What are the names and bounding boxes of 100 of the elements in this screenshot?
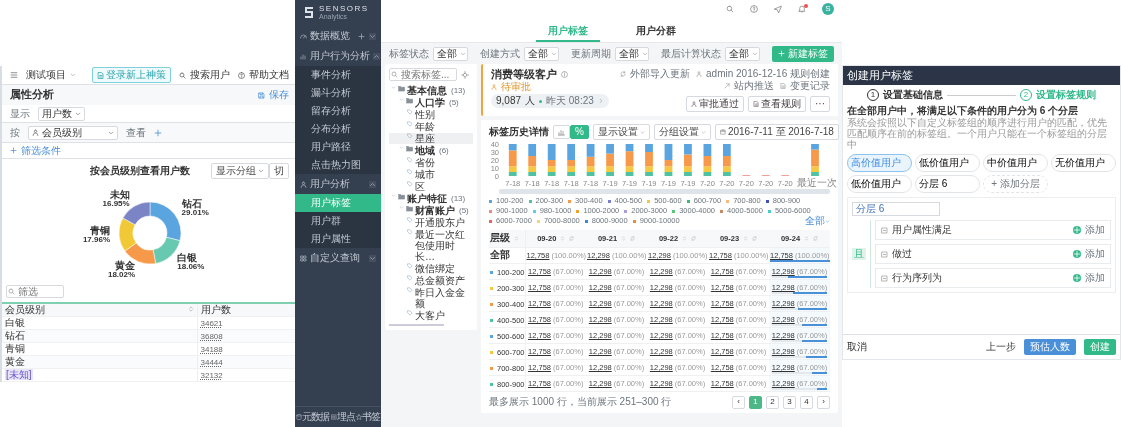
footer-icon xyxy=(296,414,302,420)
expand-icon xyxy=(399,205,404,210)
meta-icon xyxy=(724,83,730,89)
sidebar-section[interactable]: 自定义查询 xyxy=(295,248,381,268)
tag-search-field[interactable]: 搜索标签... xyxy=(389,68,457,81)
filter-select[interactable]: 全部 xyxy=(433,46,468,61)
caret-icon xyxy=(639,129,645,135)
sidebar-item[interactable]: 用户属性 xyxy=(295,230,381,248)
page-button[interactable]: 3 xyxy=(783,395,796,409)
legend-more-link[interactable]: 全部 xyxy=(805,216,830,226)
refresh-icon xyxy=(752,236,758,242)
show-groups-button[interactable]: 显示分组 xyxy=(211,163,269,179)
cancel-link[interactable]: 取消 xyxy=(847,341,867,353)
sort-icon xyxy=(682,236,688,242)
layer-chip[interactable]: 低价值用户 xyxy=(847,175,912,194)
sidebar-item[interactable]: 分布分析 xyxy=(295,120,381,138)
tree-folder[interactable]: 账户特征 (13) xyxy=(389,193,473,204)
table-cell: 黄金 xyxy=(5,356,25,367)
search-icon xyxy=(391,71,398,78)
tree-leaf[interactable]: 总金额资产 xyxy=(389,275,473,286)
layer-chip[interactable]: 分层 6 xyxy=(915,175,980,194)
add-filter-link[interactable]: 筛选条件 xyxy=(10,144,61,157)
tree-folder[interactable]: 人口学 (5) xyxy=(389,97,473,108)
toggle-button[interactable]: 切 xyxy=(269,163,289,179)
tree-leaf[interactable]: 城市 xyxy=(389,169,473,180)
filter-select[interactable]: 全部 xyxy=(614,46,650,61)
sidebar-item[interactable]: 漏斗分析 xyxy=(295,84,381,102)
sidebar-footer-link[interactable]: 埋点 xyxy=(330,411,355,423)
tree-leaf[interactable]: 最近一次红包使用时长… xyxy=(389,229,473,262)
group-settings-select[interactable]: 分组设置 xyxy=(653,124,711,140)
add-icon[interactable] xyxy=(154,128,162,137)
sidebar-item[interactable]: 点击热力图 xyxy=(295,156,381,174)
tree-leaf[interactable]: 星座 xyxy=(389,133,473,144)
layer-chip[interactable]: 中价值用户 xyxy=(983,154,1048,173)
refresh-icon xyxy=(691,236,697,242)
user-count-pill[interactable]: 9,087 人 昨天 08:23 xyxy=(491,94,609,109)
search-users-link[interactable]: 搜索用户 xyxy=(179,69,230,81)
table-cell: 32132 xyxy=(200,371,223,380)
date-range-picker[interactable]: 2016-7-11 至 2016-7-18 xyxy=(714,124,839,140)
view-rules-button[interactable]: 查看规则 xyxy=(748,96,806,112)
add-condition-link[interactable]: 添加 xyxy=(1073,224,1105,237)
sidebar-section[interactable]: 用户行为分析 xyxy=(295,46,381,66)
tree-leaf[interactable]: 省份 xyxy=(389,157,473,168)
change-log-link[interactable]: 变更记录 xyxy=(780,80,830,92)
sidebar-item[interactable]: 用户路径 xyxy=(295,138,381,156)
layer-name-field[interactable]: 分层 6 xyxy=(852,202,940,217)
help-docs-link[interactable]: 帮助文档 xyxy=(238,69,289,81)
meta-icon xyxy=(780,83,786,89)
tree-leaf[interactable]: 大客户 xyxy=(389,310,473,321)
sidebar-item[interactable]: 留存分析 xyxy=(295,102,381,120)
page-button[interactable]: 2 xyxy=(766,395,779,409)
caret-icon xyxy=(641,50,648,57)
tree-leaf[interactable]: 开通股东户 xyxy=(389,217,473,228)
collapse-icon xyxy=(881,250,888,258)
metric-select[interactable]: 用户数 xyxy=(38,106,85,121)
column-header[interactable]: 用户数 xyxy=(200,304,231,315)
logo-icon xyxy=(303,6,315,20)
logo-text: SENSORS xyxy=(319,5,369,14)
add-condition-link[interactable]: 添加 xyxy=(1073,248,1105,261)
sidebar-footer-link[interactable]: 书签 xyxy=(356,411,380,423)
page-button[interactable]: 4 xyxy=(800,395,813,409)
tree-folder[interactable]: 地域 (6) xyxy=(389,145,473,156)
bar xyxy=(703,144,712,156)
display-settings-select[interactable]: 显示设置 xyxy=(592,124,650,140)
tree-folder[interactable]: 财富账户 (5) xyxy=(389,205,473,216)
add-condition-link[interactable]: 添加 xyxy=(1073,272,1105,285)
sidebar-item[interactable]: 用户群 xyxy=(295,212,381,230)
search-icon xyxy=(8,288,15,295)
approve-button[interactable]: 审批通过 xyxy=(686,96,744,112)
tree-leaf[interactable]: 区 xyxy=(389,181,473,192)
chart-toggle[interactable] xyxy=(553,125,570,139)
caret-icon xyxy=(258,168,264,174)
filter-select[interactable]: 全部 xyxy=(523,46,559,61)
plus-icon xyxy=(10,147,17,154)
tree-leaf[interactable]: 年龄 xyxy=(389,121,473,132)
layer-chip[interactable]: 低价值用户 xyxy=(915,154,980,173)
caret-icon xyxy=(752,50,759,57)
layer-chip[interactable]: 无价值用户 xyxy=(1051,154,1116,173)
project-select[interactable]: 测试项目 xyxy=(26,69,76,81)
tree-leaf[interactable]: 微信绑定 xyxy=(389,263,473,274)
group-by-select[interactable]: 会员级别 xyxy=(28,125,118,140)
sidebar-section[interactable]: 用户分析 xyxy=(295,174,381,194)
sidebar-section[interactable]: 数据概览 xyxy=(295,26,381,46)
more-button[interactable]: ··· xyxy=(810,96,830,112)
sidebar-footer-link[interactable]: 元数据 xyxy=(296,411,329,423)
tab[interactable]: 用户分群 xyxy=(623,22,688,42)
tree-leaf[interactable]: 昨日入金金额 xyxy=(389,287,473,309)
tree-folder[interactable]: 基本信息 (13) xyxy=(389,85,473,96)
sidebar-item[interactable]: 事件分析 xyxy=(295,66,381,84)
button-icon xyxy=(753,101,759,107)
previous-page-button[interactable]: ‹ xyxy=(732,395,745,409)
next-page-button[interactable]: › xyxy=(817,395,830,409)
filter-select[interactable]: 全部 xyxy=(725,46,760,61)
add-layer-button[interactable]: + 添加分层 xyxy=(983,175,1048,194)
column-header[interactable]: 会员级别 xyxy=(5,304,45,315)
tree-leaf[interactable]: 性别 xyxy=(389,109,473,120)
step-label: 设置标签规则 xyxy=(1036,89,1096,102)
previous-step-link[interactable]: 上一步 xyxy=(986,341,1016,353)
caret-icon xyxy=(75,110,81,117)
table-filter-field[interactable]: 筛选 xyxy=(6,285,64,298)
